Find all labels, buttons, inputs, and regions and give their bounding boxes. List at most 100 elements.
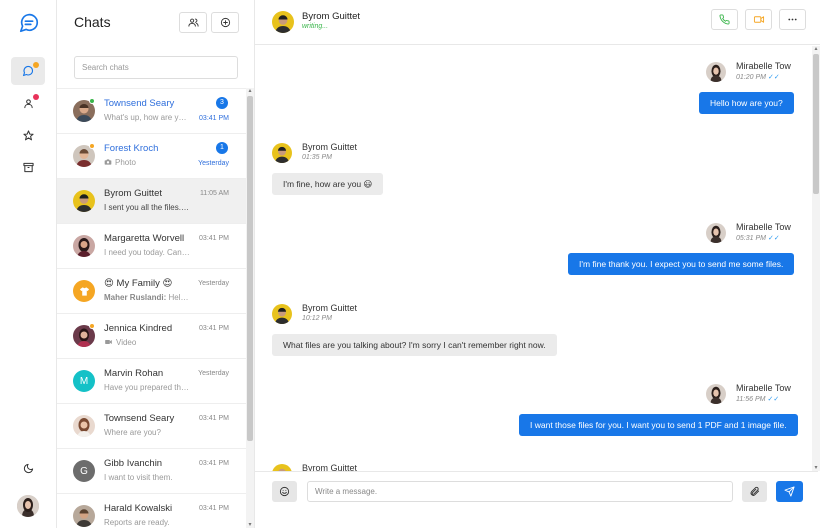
- message-composer: [255, 471, 818, 528]
- emoji-button[interactable]: [272, 481, 297, 502]
- avatar: [706, 384, 726, 404]
- theme-toggle[interactable]: [11, 454, 45, 482]
- avatar: [73, 235, 95, 257]
- more-horizontal-icon: [788, 18, 797, 21]
- avatar: [73, 505, 95, 527]
- send-icon: [784, 486, 795, 497]
- attach-file-button[interactable]: [742, 481, 767, 502]
- new-chat-button[interactable]: [211, 12, 239, 33]
- chat-list-item[interactable]: Townsend Seary What's up, how are you? 3…: [57, 89, 246, 134]
- app-logo-icon[interactable]: [18, 12, 40, 34]
- contact-name: Forest Kroch: [104, 143, 159, 154]
- away-indicator: [89, 143, 95, 149]
- message-time: 11:56 PM ✓✓: [736, 396, 780, 403]
- message-bubble[interactable]: I want those files for you. I want you t…: [519, 414, 798, 436]
- conversation-header: Byrom Guittet writing...: [255, 0, 820, 45]
- nav-chats[interactable]: [11, 57, 45, 85]
- current-user-avatar[interactable]: [17, 495, 39, 517]
- conversation-panel: Byrom Guittet writing... Mirabelle Tow 0…: [255, 0, 820, 528]
- preview-author: Maher Ruslandi:: [104, 293, 167, 302]
- scroll-down-arrow[interactable]: ▾: [247, 522, 253, 528]
- chat-list-item[interactable]: Byrom Guittet I sent you all the files. …: [57, 179, 246, 224]
- phone-icon: [719, 14, 730, 25]
- camera-icon: [104, 159, 112, 165]
- chat-list-item[interactable]: M Marvin Rohan Have you prepared the fil…: [57, 359, 246, 404]
- star-icon: [22, 129, 34, 140]
- message-bubble[interactable]: I'm fine thank you. I expect you to send…: [568, 253, 795, 275]
- chat-list-item[interactable]: G Gibb Ivanchin I want to visit them. 03…: [57, 449, 246, 494]
- avatar: [73, 190, 95, 212]
- scroll-up-arrow[interactable]: ▴: [813, 46, 819, 52]
- video-call-button[interactable]: [745, 9, 772, 30]
- message-bubble[interactable]: Hello how are you?: [699, 92, 794, 114]
- message-time: 03:41 PM: [199, 415, 229, 422]
- nav-favorites[interactable]: [11, 121, 45, 149]
- message-input[interactable]: [307, 481, 733, 502]
- message-bubble[interactable]: I'm fine, how are you 😃: [272, 173, 384, 195]
- preview-text: Hello!!!: [168, 293, 190, 302]
- avatar: [73, 280, 95, 302]
- avatar: [272, 143, 292, 163]
- avatar: G: [73, 460, 95, 482]
- notification-dot: [33, 94, 39, 100]
- chat-list-item[interactable]: Forest Kroch Photo 1 Yesterday: [57, 134, 246, 179]
- message-preview: Reports are ready.: [104, 518, 170, 527]
- avatar-initial: G: [80, 465, 88, 477]
- message-time: 03:41 PM: [199, 460, 229, 467]
- send-button[interactable]: [776, 481, 803, 502]
- more-options-button[interactable]: [779, 9, 806, 30]
- sender-name: Byrom Guittet: [302, 463, 358, 471]
- new-group-button[interactable]: [179, 12, 207, 33]
- read-receipt-icon: ✓✓: [767, 74, 780, 81]
- nav-contacts[interactable]: [11, 89, 45, 117]
- chat-list-item[interactable]: Harald Kowalski Reports are ready. 03:41…: [57, 494, 246, 528]
- search-input[interactable]: [74, 56, 238, 79]
- chat-list-item[interactable]: 😍 My Family 😍 Maher Ruslandi: Hello!!! Y…: [57, 269, 246, 314]
- avatar[interactable]: [272, 11, 294, 33]
- sender-name: Byrom Guittet: [302, 142, 358, 152]
- contact-name: Gibb Ivanchin: [104, 458, 163, 469]
- preview-text: Photo: [115, 158, 136, 167]
- contact-name[interactable]: Byrom Guittet: [302, 11, 360, 22]
- read-receipt-icon: ✓✓: [767, 396, 780, 403]
- contact-name: Townsend Seary: [104, 98, 175, 109]
- chat-list-scrollbar[interactable]: ▴ ▾: [246, 88, 254, 528]
- scroll-up-arrow[interactable]: ▴: [247, 88, 253, 94]
- message-preview: I need you today. Can you come with me?: [104, 248, 190, 257]
- sender-name: Byrom Guittet: [302, 303, 358, 313]
- avatar-initial: M: [79, 375, 89, 387]
- user-icon: [23, 98, 33, 108]
- avatar: M: [73, 370, 95, 392]
- paperclip-icon: [750, 486, 760, 496]
- contact-name: Jennica Kindred: [104, 323, 173, 334]
- message-bubble[interactable]: What files are you talking about? I'm so…: [272, 334, 557, 356]
- nav-archived[interactable]: [11, 153, 45, 181]
- sender-name: Mirabelle Tow: [736, 383, 791, 393]
- moon-icon: [23, 463, 33, 473]
- scroll-thumb[interactable]: [813, 54, 819, 194]
- message-time: 11:05 AM: [199, 190, 229, 197]
- message-preview: Have you prepared the files?: [104, 383, 190, 392]
- avatar: [272, 464, 292, 471]
- preview-text: Video: [116, 338, 137, 347]
- voice-call-button[interactable]: [711, 9, 738, 30]
- avatar: [706, 223, 726, 243]
- sender-name: Mirabelle Tow: [736, 222, 791, 232]
- chat-list-item[interactable]: Jennica Kindred Video 03:41 PM: [57, 314, 246, 359]
- chat-list-item[interactable]: Margaretta Worvell I need you today. Can…: [57, 224, 246, 269]
- chat-list-item[interactable]: Townsend Seary Where are you? 03:41 PM: [57, 404, 246, 449]
- message-time: 03:41 PM: [199, 235, 229, 242]
- message-list: Mirabelle Tow 01:20 PM ✓✓ Hello how are y…: [255, 46, 810, 471]
- chat-app: Chats Townsend Seary What's up, how are …: [0, 0, 820, 528]
- message-list-scrollbar[interactable]: ▴ ▾: [812, 46, 820, 471]
- scroll-thumb[interactable]: [247, 96, 253, 441]
- unread-badge: 3: [216, 97, 228, 109]
- page-title: Chats: [74, 14, 111, 30]
- message-time: Yesterday: [198, 160, 229, 167]
- typing-status: writing...: [302, 23, 329, 30]
- avatar: [706, 62, 726, 82]
- chat-list-panel: Chats Townsend Seary What's up, how are …: [57, 0, 255, 528]
- message-time: 03:41 PM: [199, 505, 229, 512]
- smile-icon: [279, 486, 290, 497]
- avatar: [73, 415, 95, 437]
